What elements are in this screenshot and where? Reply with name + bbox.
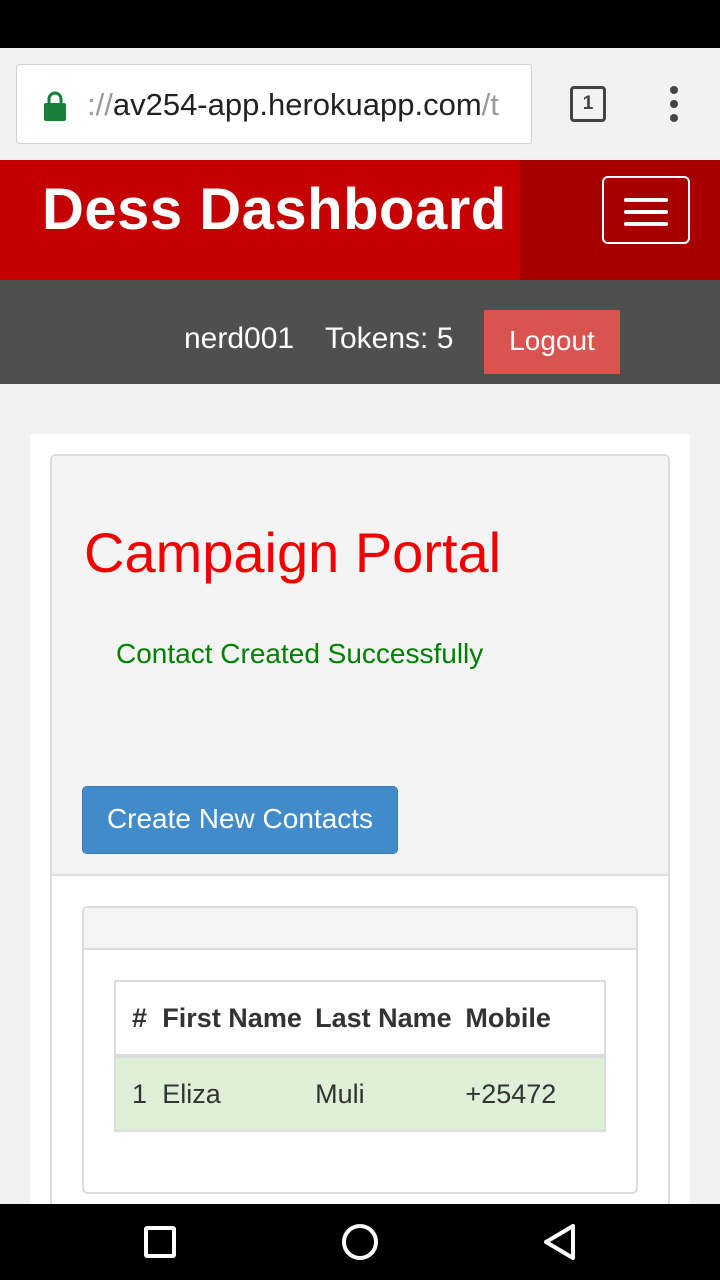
column-header-index: # [116,982,163,1058]
table-header-row: # First Name Last Name Mobile [116,982,604,1058]
recents-square-icon[interactable] [140,1222,180,1262]
panel-header: Campaign Portal Contact Created Successf… [52,456,668,876]
more-vert-icon[interactable] [664,86,684,126]
browser-toolbar: ://av254-app.herokuapp.com/t 1 [0,48,720,160]
url-text: ://av254-app.herokuapp.com/t [87,87,499,123]
back-triangle-icon[interactable] [540,1222,580,1262]
home-circle-icon[interactable] [340,1222,380,1262]
page-title: Campaign Portal [84,521,502,584]
cell-mobile: +25472 [465,1056,604,1130]
contacts-table: # First Name Last Name Mobile 1 Eliza Mu… [116,982,604,1130]
create-contacts-button[interactable]: Create New Contacts [82,786,398,854]
user-bar: nerd001 Tokens: 5 Logout [0,280,720,384]
column-header-first-name: First Name [162,982,316,1058]
cell-index: 1 [116,1056,163,1130]
column-header-mobile: Mobile [465,982,604,1058]
header-toggle-area [520,160,720,280]
campaign-panel: Campaign Portal Contact Created Successf… [50,454,670,1214]
contacts-card-header [84,908,636,950]
logout-button[interactable]: Logout [484,310,620,374]
address-bar[interactable]: ://av254-app.herokuapp.com/t [16,64,532,144]
token-count: Tokens: 5 [325,322,454,355]
app-header: Dess Dashboard [0,160,720,280]
android-status-bar [0,0,720,48]
column-header-last-name: Last Name [315,982,466,1058]
main-content: Campaign Portal Contact Created Successf… [30,434,690,1214]
cell-last-name: Muli [315,1056,466,1130]
url-scheme: :// [87,87,113,122]
contacts-card: # First Name Last Name Mobile 1 Eliza Mu… [82,906,638,1194]
tab-switcher-button[interactable]: 1 [570,86,606,122]
url-path: /t [481,87,499,122]
table-row: 1 Eliza Muli +25472 [116,1056,604,1130]
contacts-table-container[interactable]: # First Name Last Name Mobile 1 Eliza Mu… [114,980,606,1132]
url-host: av254-app.herokuapp.com [112,87,482,122]
cell-first-name: Eliza [162,1056,316,1130]
hamburger-icon[interactable] [602,176,690,244]
lock-icon [44,91,66,121]
username: nerd001 [184,322,295,355]
android-nav-bar [0,1204,720,1280]
brand-title[interactable]: Dess Dashboard [42,176,507,243]
success-message: Contact Created Successfully [116,638,484,669]
